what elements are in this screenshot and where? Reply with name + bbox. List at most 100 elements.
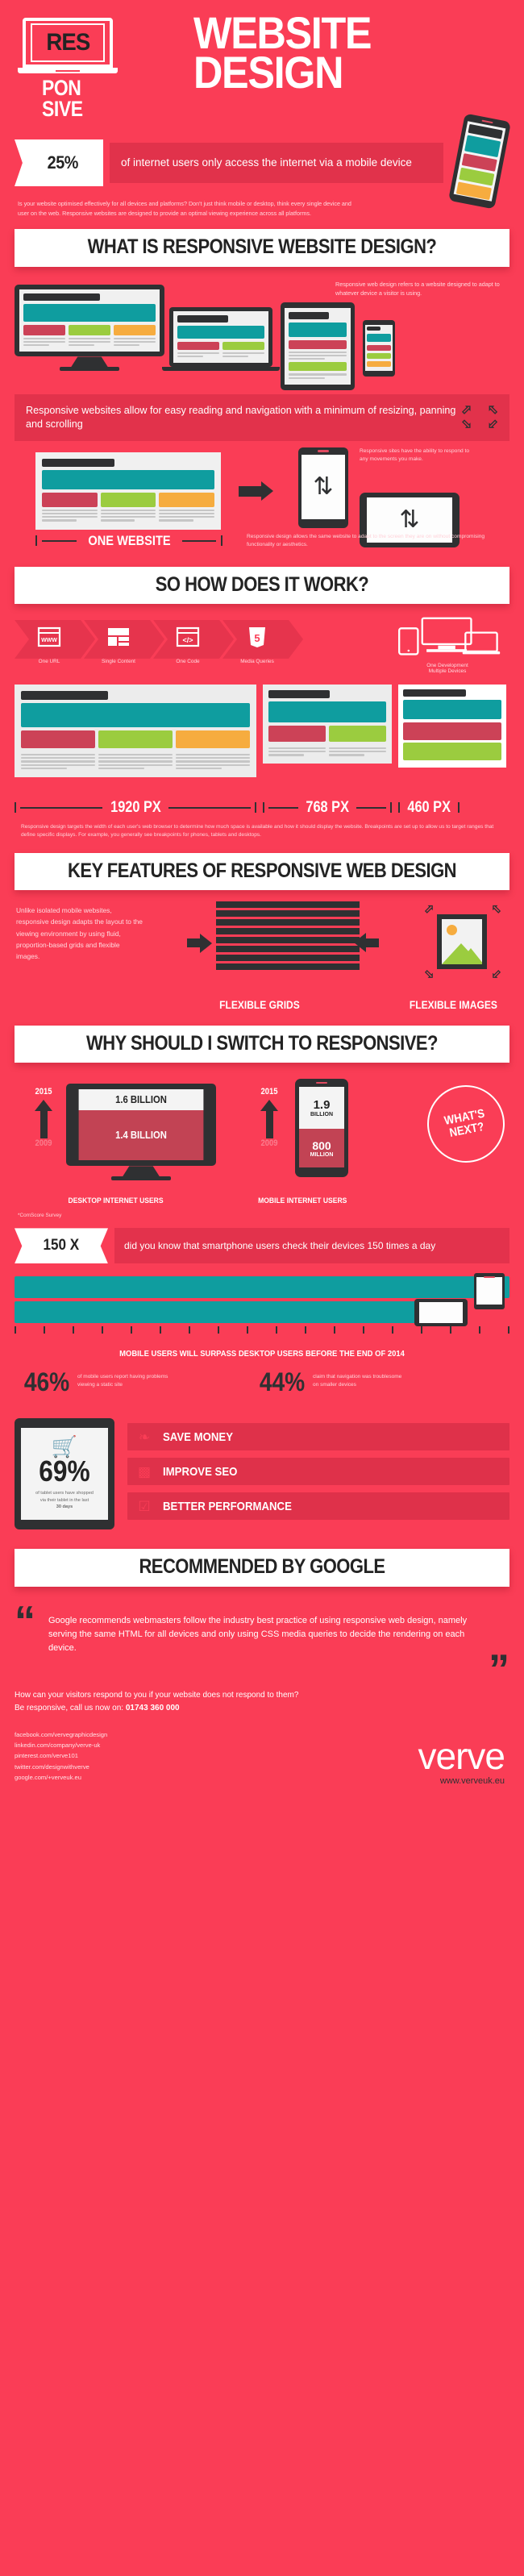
benefit-improve-seo[interactable]: ▩ IMPROVE SEO bbox=[127, 1458, 509, 1486]
breakpoint-note: Responsive design targets the width of e… bbox=[21, 823, 494, 839]
benefit-save-money[interactable]: ❧ SAVE MONEY bbox=[127, 1423, 509, 1451]
stat-46-number: 46% bbox=[23, 1367, 70, 1397]
how-label-one-code: One Code bbox=[176, 658, 200, 664]
breakpoint-label-768: 768 PX bbox=[263, 799, 393, 817]
stat-69-value: 69% bbox=[39, 1454, 90, 1488]
stat-150-banner: 150 X did you know that smartphone users… bbox=[15, 1228, 509, 1267]
close-quote-icon: ” bbox=[489, 1646, 509, 1693]
intro-paragraph: Is your website optimised effectively fo… bbox=[18, 200, 351, 217]
mobile-value-2009-num: 800 bbox=[312, 1138, 331, 1152]
desktop-value-2015: 1.6 BILLION bbox=[78, 1089, 204, 1111]
why-switch-stats: 2015 2009 1.6 BILLION 1.4 BILLION 2015 2… bbox=[15, 1074, 512, 1196]
caption-desktop-users: DESKTOP INTERNET USERS bbox=[68, 1196, 164, 1206]
breakpoint-mockups bbox=[15, 684, 509, 794]
stat-44: 44% claim that navigation was troublesom… bbox=[256, 1367, 408, 1397]
footer: How can your visitors respond to you if … bbox=[15, 1689, 509, 1804]
respond-description: Responsive sites have the ability to res… bbox=[360, 447, 469, 463]
mobile-stat-phone: 1.9 BILLION 800 MILLION bbox=[295, 1079, 348, 1178]
caption-flexible-images: FLEXIBLE IMAGES bbox=[410, 998, 498, 1012]
verve-logo: verve bbox=[418, 1735, 505, 1778]
whats-next-badge: WHAT'S NEXT? bbox=[420, 1079, 512, 1170]
teal-bar-2 bbox=[15, 1301, 421, 1324]
verve-website-url[interactable]: www.verveuk.eu bbox=[440, 1776, 505, 1786]
section-heading-features: KEY FEATURES OF RESPONSIVE WEB DESIGN bbox=[15, 852, 509, 891]
stat-ribbon: 25% bbox=[15, 139, 103, 186]
benefit-label-improve-seo: IMPROVE SEO bbox=[163, 1464, 238, 1479]
benefit-better-performance[interactable]: ☑ BETTER PERFORMANCE bbox=[127, 1492, 509, 1521]
one-website-illustration: ⇅ ⇅ Responsive sites have the ability to… bbox=[15, 447, 509, 549]
stat-46: 46% of mobile users report having proble… bbox=[21, 1367, 173, 1397]
stat-150-ribbon: 150 X bbox=[15, 1228, 108, 1264]
google-quote-block: “ Google recommends webmasters follow th… bbox=[15, 1597, 509, 1690]
laptop-icon: RES bbox=[18, 18, 118, 73]
desktop-growth-arrow: 2015 2009 bbox=[27, 1087, 60, 1148]
bars-phone-icon bbox=[474, 1273, 505, 1310]
stat-description: of internet users only access the intern… bbox=[110, 143, 443, 183]
header: RES PON SIVE WEBSITE DESIGN bbox=[0, 0, 524, 133]
picture-icon bbox=[437, 914, 487, 970]
devices-illustration: Responsive web design refers to a websit… bbox=[15, 278, 509, 391]
benefits-list: ❧ SAVE MONEY ▩ IMPROVE SEO ☑ BETTER PERF… bbox=[127, 1423, 509, 1527]
phone-device-icon bbox=[363, 319, 395, 377]
laptop-device-icon bbox=[162, 306, 280, 372]
mockup-mobile bbox=[398, 684, 506, 768]
tablet-device-icon bbox=[281, 302, 355, 391]
one-website-label: ONE WEBSITE bbox=[35, 533, 223, 549]
mockup-tablet bbox=[263, 684, 392, 764]
open-quote-icon: “ bbox=[15, 1597, 35, 1645]
cta-line-1: How can your visitors respond to you if … bbox=[15, 1690, 299, 1700]
easy-reading-banner: Responsive websites allow for easy readi… bbox=[15, 393, 509, 441]
flexible-image-diagram: ⬀ ⬁ ⬂ ⬃ bbox=[424, 902, 501, 982]
features-text: Unlike isolated mobile websites, respons… bbox=[16, 906, 143, 961]
stat-150-text: did you know that smartphone users check… bbox=[114, 1228, 509, 1264]
how-item-one-code: </> One Code bbox=[153, 625, 222, 664]
percentage-stats: 46% of mobile users report having proble… bbox=[15, 1367, 509, 1409]
devgroup-label-line1: One Development bbox=[426, 662, 468, 668]
mobile-stat-banner: 25% of internet users only access the in… bbox=[15, 113, 511, 210]
html5-shield-icon: 5 bbox=[245, 625, 269, 649]
mobile-year-old: 2009 bbox=[260, 1138, 278, 1149]
survey-source: *ComScore Survey bbox=[18, 1213, 62, 1219]
logo-responsive: RES PON SIVE bbox=[18, 18, 119, 119]
mockup-desktop bbox=[15, 684, 256, 778]
stat-44-number: 44% bbox=[259, 1367, 306, 1397]
key-features-illustration: Unlike isolated mobile websites, respons… bbox=[15, 900, 509, 997]
bars-tablet-icon bbox=[414, 1299, 468, 1327]
benefit-label-save-money: SAVE MONEY bbox=[163, 1429, 234, 1444]
usage-bars bbox=[15, 1273, 509, 1344]
svg-text:5: 5 bbox=[254, 632, 260, 644]
section-heading-google: RECOMMENDED BY GOOGLE bbox=[15, 1549, 509, 1587]
mobile-value-2009-unit: MILLION bbox=[310, 1151, 334, 1158]
website-card bbox=[35, 452, 221, 530]
how-label-single-content: Single Content bbox=[102, 658, 135, 664]
flexible-grid-diagram bbox=[216, 901, 360, 972]
how-item-media-queries: 5 Media Queries bbox=[222, 625, 292, 664]
feature-captions: FLEXIBLE GRIDS FLEXIBLE IMAGES bbox=[15, 998, 509, 1013]
phone-refresh-icon: ⇅ bbox=[298, 447, 348, 528]
how-item-one-url: WWW One URL bbox=[15, 625, 84, 664]
how-icons-row: WWW One URL Single Content </> One Code … bbox=[15, 617, 509, 674]
teal-bar-1 bbox=[15, 1276, 509, 1299]
stat-69-caption-1: of tablet users have shopped bbox=[35, 1491, 94, 1496]
stat-150-value: 150 X bbox=[43, 1237, 80, 1255]
resize-arrows-icon: ⬀ ⬁ ⬂ ⬃ bbox=[461, 402, 498, 431]
code-brackets-icon: </> bbox=[176, 625, 200, 649]
devgroup-label-line2: Multiple Devices bbox=[428, 668, 467, 674]
section-heading-how: SO HOW DOES IT WORK? bbox=[15, 566, 509, 604]
phone-number[interactable]: 01743 360 000 bbox=[126, 1704, 180, 1712]
multi-device-group-icon: One Development Multiple Devices bbox=[387, 617, 508, 674]
stat-69-caption-2: via their tablet in the last bbox=[40, 1497, 89, 1503]
logo-res-text: RES bbox=[46, 29, 90, 56]
easy-reading-text: Responsive websites allow for easy readi… bbox=[26, 404, 456, 430]
stat-69-caption-bold: 30 days bbox=[56, 1504, 73, 1509]
hand-money-icon: ❧ bbox=[138, 1429, 151, 1445]
chart-growth-icon: ▩ bbox=[137, 1463, 152, 1479]
desktop-stat-monitor: 1.6 BILLION 1.4 BILLION bbox=[66, 1084, 216, 1181]
arrow-right-icon bbox=[187, 934, 212, 954]
mobile-year-new: 2015 bbox=[260, 1087, 278, 1097]
benefit-label-better-performance: BETTER PERFORMANCE bbox=[163, 1499, 292, 1513]
breakpoint-label-1920: 1920 PX bbox=[15, 799, 256, 817]
how-item-single-content: Single Content bbox=[84, 625, 153, 664]
svg-text:</>: </> bbox=[182, 636, 193, 644]
desktop-value-2009: 1.4 BILLION bbox=[78, 1110, 204, 1161]
